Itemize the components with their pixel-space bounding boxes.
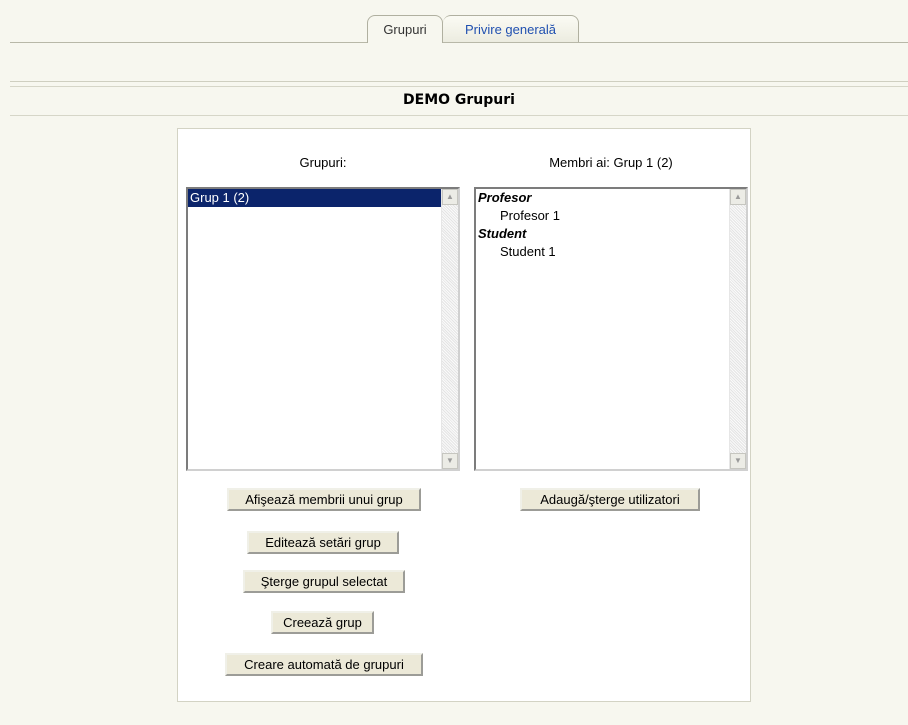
tab-grupuri[interactable]: Grupuri bbox=[367, 15, 443, 43]
create-group-button[interactable]: Creează grup bbox=[271, 611, 374, 634]
add-remove-users-button[interactable]: Adaugă/şterge utilizatori bbox=[520, 488, 700, 511]
divider bbox=[10, 81, 908, 82]
edit-group-button[interactable]: Editează setări grup bbox=[247, 531, 399, 554]
show-members-button[interactable]: Afişează membrii unui grup bbox=[227, 488, 421, 511]
tab-divider bbox=[10, 42, 908, 43]
scroll-up-icon[interactable]: ▲ bbox=[442, 189, 458, 205]
scroll-down-icon[interactable]: ▼ bbox=[730, 453, 746, 469]
list-item[interactable]: Profesor 1 bbox=[476, 206, 746, 225]
scroll-up-icon[interactable]: ▲ bbox=[730, 189, 746, 205]
tab-privire-generala[interactable]: Privire generală bbox=[443, 15, 579, 42]
list-item[interactable]: Grup 1 (2) bbox=[188, 189, 441, 207]
auto-create-groups-button[interactable]: Creare automată de grupuri bbox=[225, 653, 423, 676]
list-item[interactable]: Student 1 bbox=[476, 242, 746, 261]
optgroup-label: Profesor bbox=[478, 190, 532, 205]
groups-form: Grupuri: Membri ai: Grup 1 (2) Grup 1 (2… bbox=[177, 128, 751, 702]
scroll-down-icon[interactable]: ▼ bbox=[442, 453, 458, 469]
delete-group-button[interactable]: Şterge grupul selectat bbox=[243, 570, 405, 593]
optgroup-label: Student bbox=[478, 226, 527, 241]
tab-bar: Grupuri Privire generală bbox=[0, 0, 908, 43]
members-listbox[interactable]: Profesor Profesor 1 Student Student 1 ▲ … bbox=[474, 187, 748, 471]
groups-label: Grupuri: bbox=[299, 155, 347, 170]
scrollbar[interactable]: ▲ ▼ bbox=[729, 189, 746, 469]
page-title: DEMO Grupuri bbox=[10, 86, 908, 116]
members-label: Membri ai: Grup 1 (2) bbox=[549, 155, 673, 170]
scrollbar[interactable]: ▲ ▼ bbox=[441, 189, 458, 469]
groups-listbox[interactable]: Grup 1 (2) ▲ ▼ bbox=[186, 187, 460, 471]
